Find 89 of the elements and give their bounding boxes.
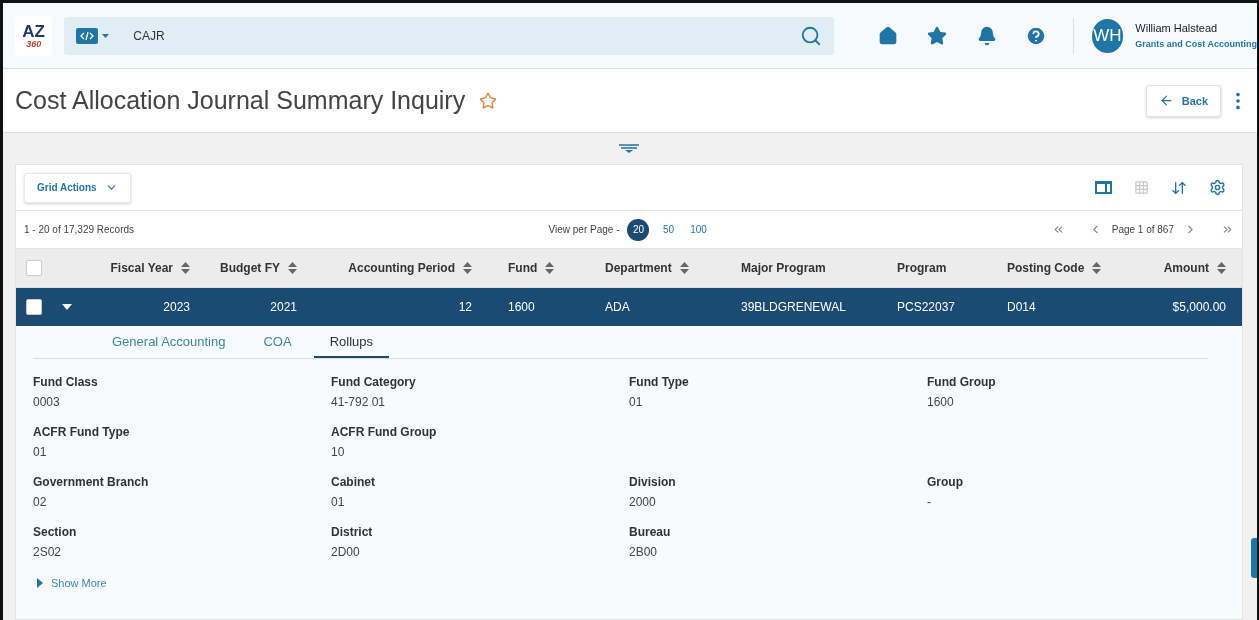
caret-icon[interactable] <box>102 33 110 38</box>
settings-icon[interactable] <box>1208 179 1226 196</box>
field-value: 0003 <box>33 395 61 409</box>
field-label: Fund Category <box>331 375 417 389</box>
column-header[interactable]: Program <box>897 261 947 275</box>
layout-icon[interactable] <box>1094 181 1112 194</box>
field-label: Bureau <box>629 525 672 539</box>
page-size-option[interactable]: 50 <box>657 218 680 241</box>
expand-caret-icon[interactable] <box>62 304 72 310</box>
field-label: Division <box>629 475 677 489</box>
table-cell: 1600 <box>508 300 535 314</box>
table-cell: ADA <box>605 300 630 314</box>
expand-caret-icon[interactable] <box>37 578 43 588</box>
field-value: 01 <box>331 495 346 509</box>
field-value: 10 <box>331 445 346 459</box>
field-value: 02 <box>33 495 48 509</box>
column-header[interactable]: Budget FY <box>220 261 280 275</box>
table-cell: 2021 <box>270 300 297 314</box>
last-page-icon[interactable] <box>1221 223 1234 236</box>
favorite-star-icon[interactable] <box>479 91 498 110</box>
table-cell: D014 <box>1007 300 1036 314</box>
detail-tab[interactable]: COA <box>247 326 308 358</box>
field-value: 1600 <box>927 395 955 409</box>
table-cell: 39BLDGRENEWAL <box>741 300 846 314</box>
logo[interactable]: AZ 360 <box>15 15 53 56</box>
sort-icon[interactable] <box>545 262 555 274</box>
sort-icon[interactable] <box>679 262 689 274</box>
page-title: Cost Allocation Journal Summary Inquiry <box>15 86 466 115</box>
sort-icon[interactable] <box>288 262 297 274</box>
sort-order-icon[interactable] <box>1171 179 1187 196</box>
column-header[interactable]: Amount <box>1163 261 1209 275</box>
column-header[interactable]: Fund <box>508 261 538 275</box>
star-icon[interactable] <box>927 25 948 46</box>
code-window-icon[interactable] <box>76 27 99 44</box>
field-value: 2S02 <box>33 545 63 559</box>
page-size-option[interactable]: 20 <box>627 218 650 241</box>
field-label: Fund Type <box>629 375 690 389</box>
records-count: 1 - 20 of 17,329 Records <box>24 224 136 235</box>
table-cell: 2023 <box>163 300 190 314</box>
field-value: 2B00 <box>629 545 659 559</box>
field-label: Section <box>33 525 78 539</box>
field-label: District <box>331 525 374 539</box>
field-label: ACFR Fund Type <box>33 425 131 439</box>
column-header[interactable]: Accounting Period <box>348 261 455 275</box>
search-text[interactable]: CAJR <box>133 28 791 43</box>
field-value: 2D00 <box>331 545 361 559</box>
sort-icon[interactable] <box>1217 262 1226 274</box>
field-value: 01 <box>33 445 48 459</box>
help-icon[interactable] <box>1025 24 1047 47</box>
select-all-checkbox[interactable] <box>26 260 42 276</box>
user-name: William Halstead <box>1135 22 1219 34</box>
field-value: 01 <box>629 395 644 409</box>
field-label: Fund Group <box>927 375 997 389</box>
column-header[interactable]: Department <box>605 261 672 275</box>
column-header[interactable]: Fiscal Year <box>110 261 173 275</box>
collapse-handle-icon[interactable] <box>619 144 639 153</box>
home-icon[interactable] <box>878 25 899 46</box>
view-per-page-label: View per Page - <box>548 224 620 235</box>
sort-icon[interactable] <box>463 262 472 274</box>
detail-tab[interactable]: Rollups <box>313 326 389 358</box>
field-label: Fund Class <box>33 375 99 389</box>
sort-icon[interactable] <box>1092 262 1102 274</box>
field-label: ACFR Fund Group <box>331 425 438 439</box>
user-avatar[interactable]: WH <box>1091 18 1124 53</box>
field-label: Cabinet <box>331 475 376 489</box>
table-row[interactable]: 2023 2021 12 1600 ADA 39BLDGRENEWAL PCS22037 D014 $5,000.00 <box>16 288 1242 326</box>
page-size-option[interactable]: 100 <box>687 218 710 241</box>
column-header[interactable]: Posting Code <box>1007 261 1085 275</box>
row-checkbox[interactable] <box>26 299 42 315</box>
field-label: Government Branch <box>33 475 150 489</box>
table-cell: 12 <box>458 300 472 314</box>
user-role: Grants and Cost Accounting <box>1135 39 1257 49</box>
field-value: 2000 <box>629 495 657 509</box>
field-label: Group <box>927 475 964 489</box>
search-icon[interactable] <box>800 24 823 47</box>
sort-icon[interactable] <box>181 262 190 274</box>
bell-icon[interactable] <box>976 25 997 46</box>
back-button[interactable]: Back <box>1145 84 1221 117</box>
page-info: Page 1 of 867 <box>1111 224 1174 235</box>
field-value: - <box>927 495 932 509</box>
show-more-link[interactable]: Show More <box>33 577 111 589</box>
field-value: 41-792 01 <box>331 395 387 409</box>
side-panel-handle[interactable] <box>1251 538 1257 578</box>
column-header[interactable]: Major Program <box>741 261 826 275</box>
search-field[interactable]: CAJR <box>64 16 835 55</box>
detail-tab[interactable]: General Accounting <box>96 326 242 358</box>
grid-actions-button[interactable]: Grid Actions <box>24 172 131 203</box>
table-cell: $5,000.00 <box>1172 300 1226 314</box>
table-cell: PCS22037 <box>897 300 956 314</box>
